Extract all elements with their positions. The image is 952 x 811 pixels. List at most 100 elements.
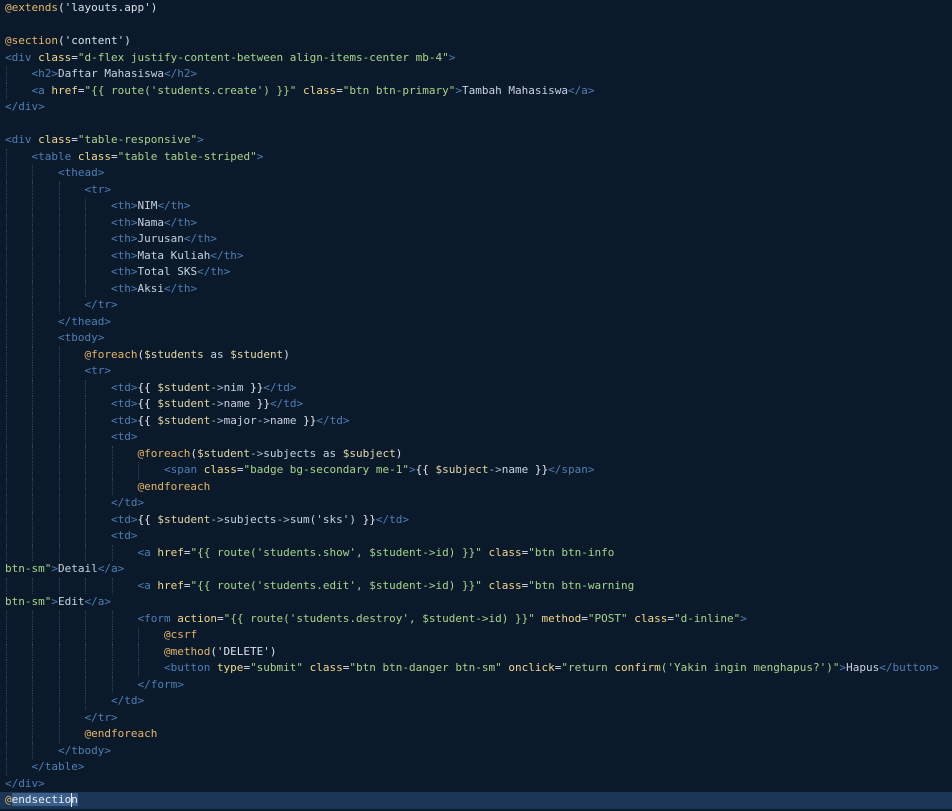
code-line[interactable]: </table>: [0, 759, 952, 776]
code-line[interactable]: @endsection: [0, 792, 952, 809]
code-line[interactable]: <span class="badge bg-secondary me-1">{{…: [0, 462, 952, 479]
code-line[interactable]: <table class="table table-striped">: [0, 149, 952, 166]
indent-guide: [32, 198, 34, 215]
code-line[interactable]: @section('content'): [0, 33, 952, 50]
code-line[interactable]: <h2>Daftar Mahasiswa</h2>: [0, 66, 952, 83]
code-line[interactable]: </td>: [0, 495, 952, 512]
code-line[interactable]: </form>: [0, 677, 952, 694]
code-token: NIM: [137, 199, 158, 212]
code-token: method: [541, 611, 582, 625]
code-line[interactable]: </td>: [0, 693, 952, 710]
code-line[interactable]: @foreach($students as $student): [0, 347, 952, 364]
code-line[interactable]: <thead>: [0, 165, 952, 182]
indent-guide: [58, 429, 60, 446]
code-token: ('layouts.app'): [57, 1, 158, 14]
code-token: </a>: [97, 562, 125, 575]
indent-guide: [85, 627, 87, 644]
code-line[interactable]: </div>: [0, 776, 952, 793]
code-line[interactable]: <td>{{ $student->subjects->sum('sks') }}…: [0, 512, 952, 529]
indent-guide: [32, 544, 34, 561]
code-line[interactable]: <th>Nama</th>: [0, 215, 952, 232]
code-line[interactable]: </div>: [0, 99, 952, 116]
code-token: <table: [31, 149, 72, 163]
code-token: ->: [210, 512, 224, 526]
code-token: @method: [163, 644, 211, 658]
code-token: "btn btn-primary": [342, 83, 456, 97]
code-line[interactable]: <td>: [0, 429, 952, 446]
code-line[interactable]: <td>{{ $student->nim }}</td>: [0, 380, 952, 397]
indent-guide: [32, 297, 34, 314]
code-line[interactable]: [0, 17, 952, 34]
code-line[interactable]: @csrf: [0, 627, 952, 644]
indent-guide: [138, 643, 140, 660]
code-line[interactable]: </tbody>: [0, 743, 952, 760]
code-line[interactable]: <button type="submit" class="btn btn-dan…: [0, 660, 952, 677]
code-line[interactable]: <th>NIM</th>: [0, 198, 952, 215]
indent-guide: [32, 313, 34, 330]
code-token: @: [5, 793, 12, 806]
code-token: </tbody>: [57, 743, 111, 757]
code-token: "d-flex justify-content-between align-it…: [77, 50, 449, 64]
code-token: nim: [223, 380, 244, 394]
code-token: <td>: [110, 512, 138, 526]
code-token: name: [501, 463, 529, 476]
code-token: <h2>: [31, 67, 59, 80]
code-token: </th>: [210, 248, 244, 262]
code-token: <form: [137, 611, 171, 625]
code-token: </a>: [84, 595, 111, 608]
code-token: Hapus: [846, 661, 880, 674]
code-token: href: [51, 83, 78, 97]
code-token: as: [203, 347, 231, 361]
code-line[interactable]: <td>: [0, 528, 952, 545]
indent-guide: [6, 445, 7, 462]
code-line[interactable]: @method('DELETE'): [0, 644, 952, 661]
code-line[interactable]: <div class="d-flex justify-content-betwe…: [0, 50, 952, 67]
code-token: "{{ route('students.show', $student->id)…: [190, 545, 482, 559]
code-line[interactable]: <form action="{{ route('students.destroy…: [0, 611, 952, 628]
indent-guide: [32, 726, 34, 743]
code-token: {{: [137, 397, 158, 410]
indent-guide: [6, 165, 7, 182]
code-line[interactable]: <th>Jurusan</th>: [0, 231, 952, 248]
code-line[interactable]: <tbody>: [0, 330, 952, 347]
code-line[interactable]: </tr>: [0, 297, 952, 314]
code-line[interactable]: btn-sm">Detail</a>: [0, 561, 952, 578]
code-token: {{: [137, 413, 158, 427]
code-token: }}: [356, 512, 376, 526]
code-line[interactable]: </tr>: [0, 710, 952, 727]
code-line[interactable]: <td>{{ $student->major->name }}</td>: [0, 413, 952, 430]
code-line[interactable]: <div class="table-responsive">: [0, 132, 952, 149]
code-editor[interactable]: @extends('layouts.app') @section('content…: [0, 0, 952, 811]
code-token: <tr>: [84, 364, 111, 377]
code-line[interactable]: @endforeach: [0, 479, 952, 496]
code-line[interactable]: <a href="{{ route('students.create') }}"…: [0, 83, 952, 100]
code-line[interactable]: <tr>: [0, 363, 952, 380]
code-line[interactable]: @foreach($student->subjects as $subject): [0, 446, 952, 463]
code-line[interactable]: </thead>: [0, 314, 952, 331]
code-token: $student: [157, 397, 211, 410]
code-line[interactable]: <tr>: [0, 182, 952, 199]
code-line[interactable]: <th>Mata Kuliah</th>: [0, 248, 952, 265]
indent-guide: [85, 396, 87, 413]
code-token: >: [740, 611, 747, 625]
code-token: <button: [163, 661, 211, 674]
code-line[interactable]: <th>Total SKS</th>: [0, 264, 952, 281]
indent-guide: [58, 181, 60, 198]
code-line[interactable]: @extends('layouts.app'): [0, 0, 952, 17]
code-line[interactable]: <th>Aksi</th>: [0, 281, 952, 298]
indent-guide: [6, 412, 7, 429]
code-line[interactable]: @endforeach: [0, 726, 952, 743]
code-token: confirm: [614, 661, 661, 674]
code-token: }}: [243, 380, 264, 394]
code-line[interactable]: <td>{{ $student->name }}</td>: [0, 396, 952, 413]
indent-guide: [85, 445, 87, 462]
indent-guide: [6, 495, 7, 512]
code-line[interactable]: <a href="{{ route('students.edit', $stud…: [0, 578, 952, 595]
code-line[interactable]: [0, 116, 952, 133]
code-line[interactable]: btn-sm">Edit</a>: [0, 594, 952, 611]
code-line[interactable]: <a href="{{ route('students.show', $stud…: [0, 545, 952, 562]
